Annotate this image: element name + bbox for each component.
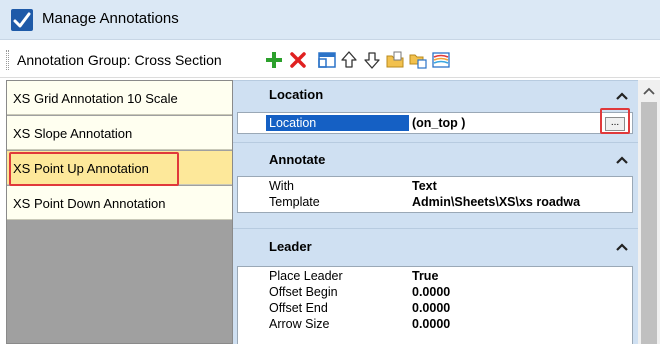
list-item-label: XS Point Down Annotation [13, 196, 166, 211]
property-row-offset-begin[interactable]: Offset Begin 0.0000 [238, 284, 632, 300]
move-up-icon[interactable] [339, 50, 359, 70]
annotation-group-label: Annotation Group: Cross Section [17, 52, 222, 68]
vertical-scrollbar[interactable] [638, 80, 660, 344]
property-value: Text [412, 179, 437, 193]
new-window-icon[interactable] [317, 50, 337, 70]
property-name: Place Leader [269, 269, 343, 283]
property-value: 0.0000 [412, 317, 451, 331]
chevron-up-icon[interactable] [616, 242, 628, 252]
property-value: True [412, 269, 439, 283]
property-name: Offset End [269, 301, 328, 315]
annotation-app-icon [11, 9, 33, 31]
section-header-location[interactable]: Location [233, 80, 638, 108]
property-row-offset-end[interactable]: Offset End 0.0000 [238, 300, 632, 316]
list-item[interactable]: XS Slope Annotation [7, 116, 232, 150]
property-name: Arrow Size [269, 317, 330, 331]
scrollbar-thumb[interactable] [641, 102, 657, 344]
property-name: Location [266, 115, 409, 131]
section-title: Leader [269, 239, 312, 254]
toolbar-grip[interactable] [6, 50, 9, 70]
chevron-up-icon[interactable] [616, 155, 628, 165]
add-icon[interactable] [264, 50, 284, 70]
list-item-label: XS Grid Annotation 10 Scale [13, 91, 178, 106]
chevron-up-icon[interactable] [616, 91, 628, 101]
open-icon[interactable] [408, 50, 428, 70]
window-title: Manage Annotations [42, 10, 179, 27]
list-item[interactable]: XS Grid Annotation 10 Scale [7, 81, 232, 115]
scroll-up-arrow-icon[interactable] [643, 86, 655, 96]
list-item-label: XS Slope Annotation [13, 126, 133, 141]
annotation-list: XS Grid Annotation 10 Scale XS Slope Ann… [6, 80, 233, 344]
section-body-leader: Place Leader True Offset Begin 0.0000 Of… [233, 260, 638, 344]
section-title: Annotate [269, 152, 326, 167]
property-name: Offset Begin [269, 285, 338, 299]
property-row-place-leader[interactable]: Place Leader True [238, 268, 632, 284]
move-down-icon[interactable] [362, 50, 382, 70]
section-title: Location [269, 87, 324, 102]
folder-icon[interactable] [385, 50, 405, 70]
highlight-box [9, 152, 179, 186]
property-value: 0.0000 [412, 301, 451, 315]
section-header-annotate[interactable]: Annotate [233, 142, 638, 172]
property-row-location[interactable]: Location (on_top ) ... [238, 115, 632, 131]
property-value: 0.0000 [412, 285, 451, 299]
toolbar: Annotation Group: Cross Section [0, 41, 660, 78]
section-body-location: Location (on_top ) ... [233, 108, 638, 142]
property-value: Admin\Sheets\XS\xs roadwa [412, 195, 581, 209]
property-grid: Place Leader True Offset Begin 0.0000 Of… [237, 266, 633, 344]
property-row-with[interactable]: With Text [238, 178, 632, 194]
delete-icon[interactable] [288, 50, 308, 70]
property-panel: Location Location (on_top ) ... Annotate… [233, 80, 660, 344]
list-item[interactable]: XS Point Down Annotation [7, 186, 232, 220]
property-name: Template [269, 195, 320, 209]
property-grid: Location (on_top ) ... [237, 112, 633, 134]
property-name: With [269, 179, 294, 193]
gradient-icon[interactable] [431, 50, 451, 70]
section-body-annotate: With Text Template Admin\Sheets\XS\xs ro… [233, 172, 638, 228]
highlight-box [600, 108, 630, 134]
title-bar: Manage Annotations [0, 0, 660, 40]
property-row-arrow-size[interactable]: Arrow Size 0.0000 [238, 316, 632, 332]
property-grid: With Text Template Admin\Sheets\XS\xs ro… [237, 176, 633, 213]
section-header-leader[interactable]: Leader [233, 228, 638, 260]
property-row-template[interactable]: Template Admin\Sheets\XS\xs roadwa [238, 194, 632, 210]
property-value: (on_top ) [412, 116, 466, 130]
